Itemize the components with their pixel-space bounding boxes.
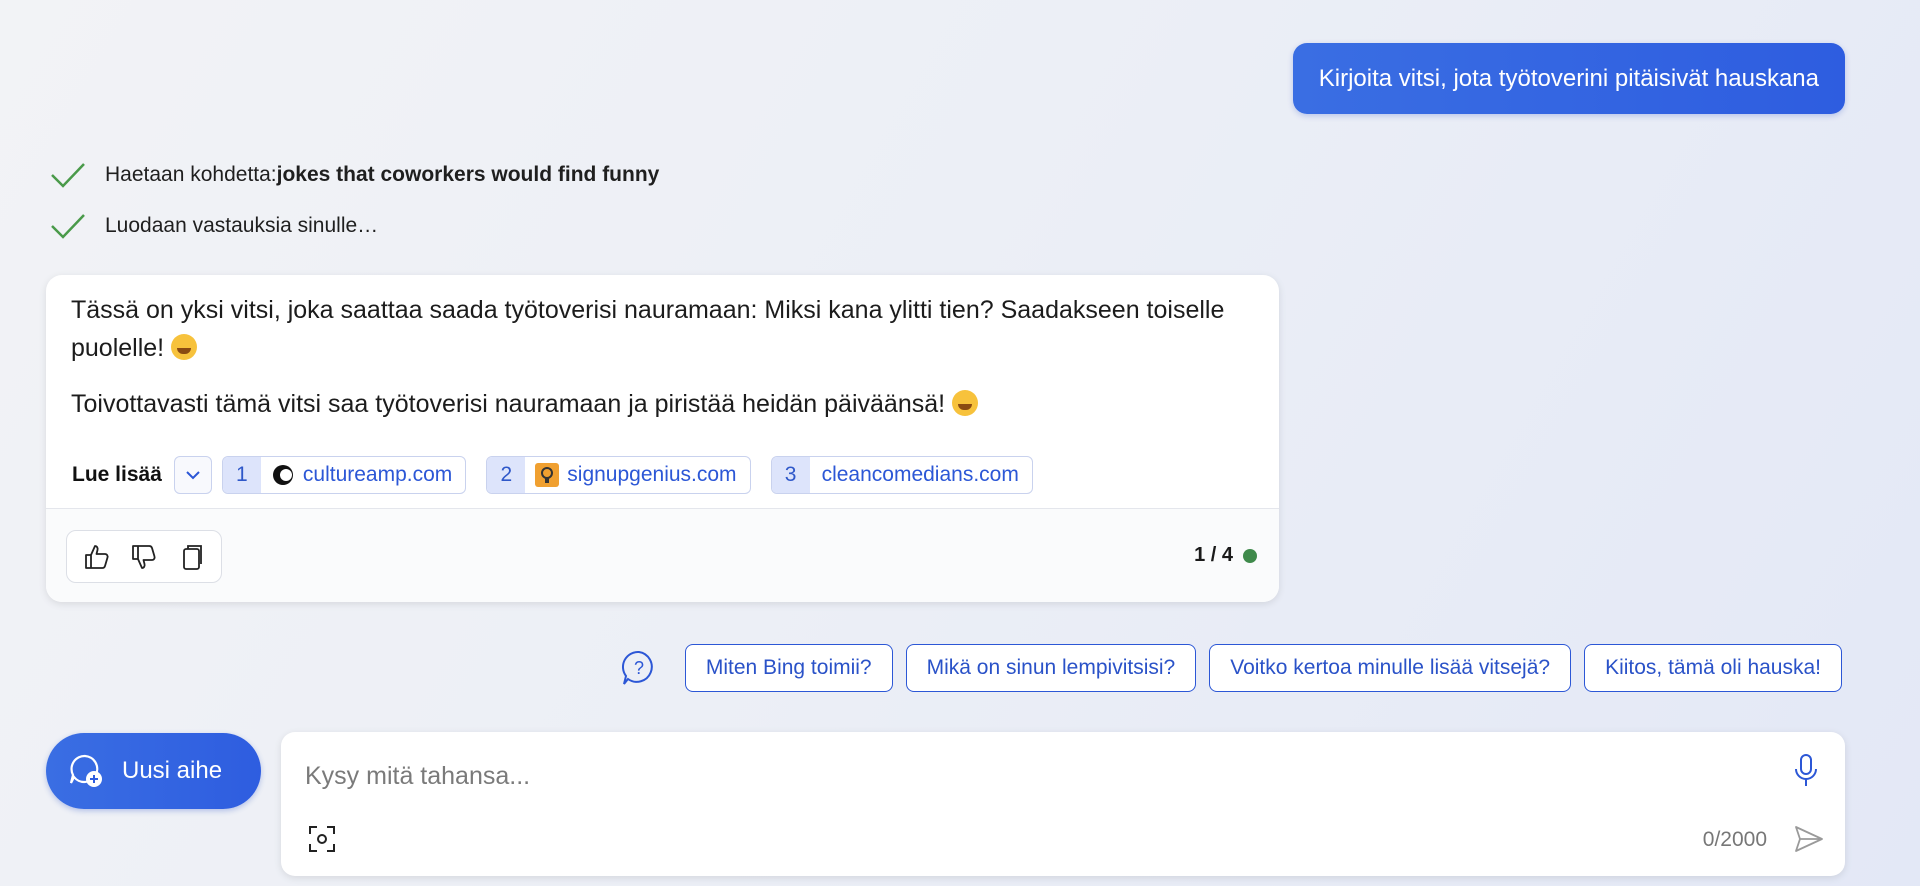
source-link-2[interactable]: 2 signupgenius.com <box>486 456 751 494</box>
checkmark-icon <box>51 214 85 239</box>
source-domain: cleancomedians.com <box>821 463 1019 486</box>
character-counter: 0/2000 <box>1702 828 1767 851</box>
chat-composer: 0/2000 <box>281 732 1845 876</box>
suggestion-chip-3[interactable]: Voitko kertoa minulle lisää vitsejä? <box>1209 644 1572 692</box>
source-domain: cultureamp.com <box>302 463 453 486</box>
checkmark-icon <box>51 163 85 188</box>
response-page-counter: 1 / 4 <box>1194 544 1257 567</box>
answer-footer: 1 / 4 <box>46 509 1279 602</box>
send-icon[interactable] <box>1793 824 1825 854</box>
new-chat-icon <box>69 754 102 787</box>
source-number: 1 <box>222 457 261 493</box>
source-number: 2 <box>487 457 526 493</box>
progress-prefix: Haetaan kohdetta: <box>105 163 277 186</box>
chat-input[interactable] <box>305 754 1745 798</box>
visual-search-icon[interactable] <box>307 824 337 854</box>
new-topic-label: Uusi aihe <box>122 757 223 784</box>
page-counter-text: 1 / 4 <box>1194 544 1233 566</box>
suggestion-chip-4[interactable]: Kiitos, tämä oli hauska! <box>1584 644 1842 692</box>
read-more-label: Lue lisää <box>72 463 162 486</box>
source-domain: signupgenius.com <box>567 463 737 486</box>
thumbs-down-icon[interactable] <box>129 542 159 572</box>
suggestion-chip-1[interactable]: Miten Bing toimii? <box>684 644 893 692</box>
user-message-bubble: Kirjoita vitsi, jota työtoverini pitäisi… <box>1292 43 1845 114</box>
suggestion-chips: ? Miten Bing toimii? Mikä on sinun lempi… <box>620 644 1842 692</box>
question-help-icon[interactable]: ? <box>620 649 658 687</box>
status-dot <box>1243 548 1257 563</box>
chevron-down-icon <box>186 471 200 480</box>
hugging-face-emoji-icon <box>952 390 979 416</box>
source-number: 3 <box>771 457 810 493</box>
cultureamp-logo-icon <box>271 463 295 487</box>
answer-paragraph-1: Tässä on yksi vitsi, joka saattaa saada … <box>71 296 1225 362</box>
read-more-bar: Lue lisää 1 cultureamp.com 2 signupgeniu… <box>72 456 1053 494</box>
progress-generate-step: Luodaan vastauksia sinulle… <box>50 208 378 244</box>
answer-paragraph-2: Toivottavasti tämä vitsi saa työtoverisi… <box>71 390 946 418</box>
source-link-3[interactable]: 3 cleancomedians.com <box>770 456 1033 494</box>
feedback-actions <box>66 530 222 583</box>
progress-search-step: Haetaan kohdetta: jokes that coworkers w… <box>50 157 659 193</box>
svg-text:?: ? <box>634 658 644 678</box>
thumbs-up-icon[interactable] <box>82 542 112 572</box>
new-topic-button[interactable]: Uusi aihe <box>46 733 261 809</box>
answer-body: Tässä on yksi vitsi, joka saattaa saada … <box>71 291 1241 423</box>
signupgenius-logo-icon <box>535 463 560 487</box>
progress-text: Luodaan vastauksia sinulle… <box>105 214 379 237</box>
microphone-icon[interactable] <box>1791 752 1821 790</box>
expand-sources-button[interactable] <box>173 456 212 494</box>
answer-card: Tässä on yksi vitsi, joka saattaa saada … <box>46 275 1279 602</box>
tears-of-joy-emoji-icon <box>171 334 198 360</box>
copy-icon[interactable] <box>176 542 206 572</box>
source-link-1[interactable]: 1 cultureamp.com <box>221 456 467 494</box>
search-query: jokes that coworkers would find funny <box>276 163 660 186</box>
suggestion-chip-2[interactable]: Mikä on sinun lempivitsisi? <box>905 644 1197 692</box>
